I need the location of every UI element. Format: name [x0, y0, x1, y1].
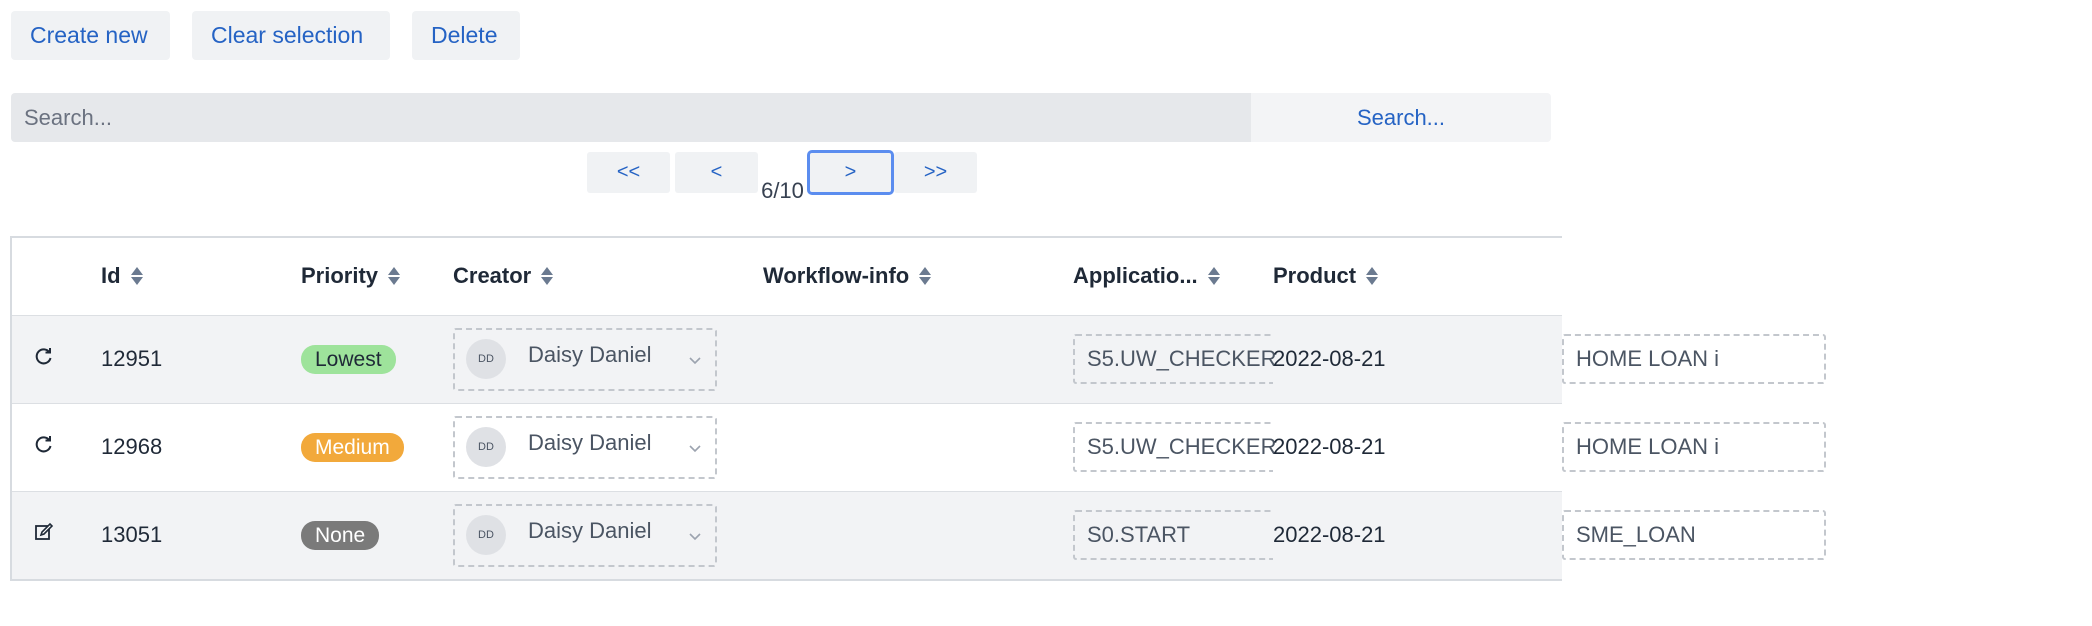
creator-name: Daisy Daniel	[528, 430, 652, 455]
header-priority[interactable]: Priority	[301, 238, 453, 315]
table-row[interactable]: 13051 None DD Daisy Daniel S0.START 2022…	[12, 490, 1826, 579]
sort-icon[interactable]	[388, 267, 401, 286]
header-priority-label: Priority	[301, 263, 379, 289]
cell-application-date: 2022-08-21	[1273, 402, 1562, 491]
clear-selection-button[interactable]: Clear selection	[192, 11, 390, 60]
creator-select[interactable]: DD Daisy Daniel	[453, 327, 717, 391]
previous-page-button[interactable]: <	[675, 152, 758, 193]
chevron-down-icon	[689, 533, 701, 540]
avatar: DD	[466, 339, 506, 379]
cell-application-date: 2022-08-21	[1273, 314, 1562, 403]
avatar: DD	[466, 515, 506, 556]
table-header-row: Id Priority Creator Workflow-info Applic…	[12, 238, 1562, 315]
sort-icon[interactable]	[541, 267, 554, 286]
header-creator-label: Creator	[453, 263, 532, 289]
chevron-down-icon	[689, 444, 701, 452]
page-indicator: 6/10	[761, 178, 804, 203]
header-workflow-info[interactable]: Workflow-info	[763, 238, 1073, 315]
refresh-icon[interactable]	[34, 434, 54, 454]
data-table: Id Priority Creator Workflow-info Applic…	[10, 236, 1826, 581]
search-input[interactable]	[11, 93, 1251, 142]
creator-name: Daisy Daniel	[528, 518, 652, 544]
pagination: << < 6/10 > >>	[587, 150, 977, 208]
header-application-label: Applicatio...	[1073, 263, 1198, 289]
refresh-icon[interactable]	[34, 346, 54, 366]
header-workflow-label: Workflow-info	[763, 263, 910, 289]
search-button[interactable]: Search...	[1251, 93, 1551, 142]
toolbar: Create new Clear selection Delete	[11, 11, 520, 60]
next-page-button[interactable]: >	[807, 150, 894, 195]
header-action	[12, 238, 101, 315]
header-id[interactable]: Id	[101, 238, 301, 315]
edit-icon[interactable]	[34, 522, 54, 542]
cell-id: 12951	[101, 314, 301, 403]
header-creator[interactable]: Creator	[453, 238, 763, 315]
priority-badge: Medium	[301, 432, 404, 462]
delete-button[interactable]: Delete	[412, 11, 520, 60]
priority-badge: None	[301, 520, 380, 550]
product-field[interactable]: SME_LOAN	[1562, 510, 1826, 561]
sort-icon[interactable]	[1207, 267, 1220, 286]
cell-id: 13051	[101, 490, 301, 579]
sort-icon[interactable]	[1366, 267, 1379, 286]
priority-badge: Lowest	[301, 344, 396, 374]
create-new-button[interactable]: Create new	[11, 11, 170, 60]
header-product-label: Product	[1273, 263, 1357, 289]
avatar: DD	[466, 427, 506, 467]
creator-name: Daisy Daniel	[528, 342, 652, 367]
sort-icon[interactable]	[919, 267, 932, 286]
product-field[interactable]: HOME LOAN i	[1562, 334, 1826, 384]
creator-select[interactable]: DD Daisy Daniel	[453, 503, 717, 567]
table-row[interactable]: 12968 Medium DD Daisy Daniel S5.UW_CHECK…	[12, 402, 1826, 491]
search-bar: Search...	[11, 93, 1551, 142]
header-product[interactable]: Product	[1273, 238, 1562, 315]
cell-id: 12968	[101, 402, 301, 491]
creator-select[interactable]: DD Daisy Daniel	[453, 415, 717, 479]
header-id-label: Id	[101, 263, 121, 289]
chevron-down-icon	[689, 356, 701, 364]
cell-application-date: 2022-08-21	[1273, 490, 1562, 579]
header-application[interactable]: Applicatio...	[1073, 238, 1273, 315]
last-page-button[interactable]: >>	[894, 152, 977, 193]
sort-icon[interactable]	[130, 267, 143, 286]
product-field[interactable]: HOME LOAN i	[1562, 422, 1826, 472]
first-page-button[interactable]: <<	[587, 152, 670, 193]
table-row[interactable]: 12951 Lowest DD Daisy Daniel S5.UW_CHECK…	[12, 314, 1826, 403]
